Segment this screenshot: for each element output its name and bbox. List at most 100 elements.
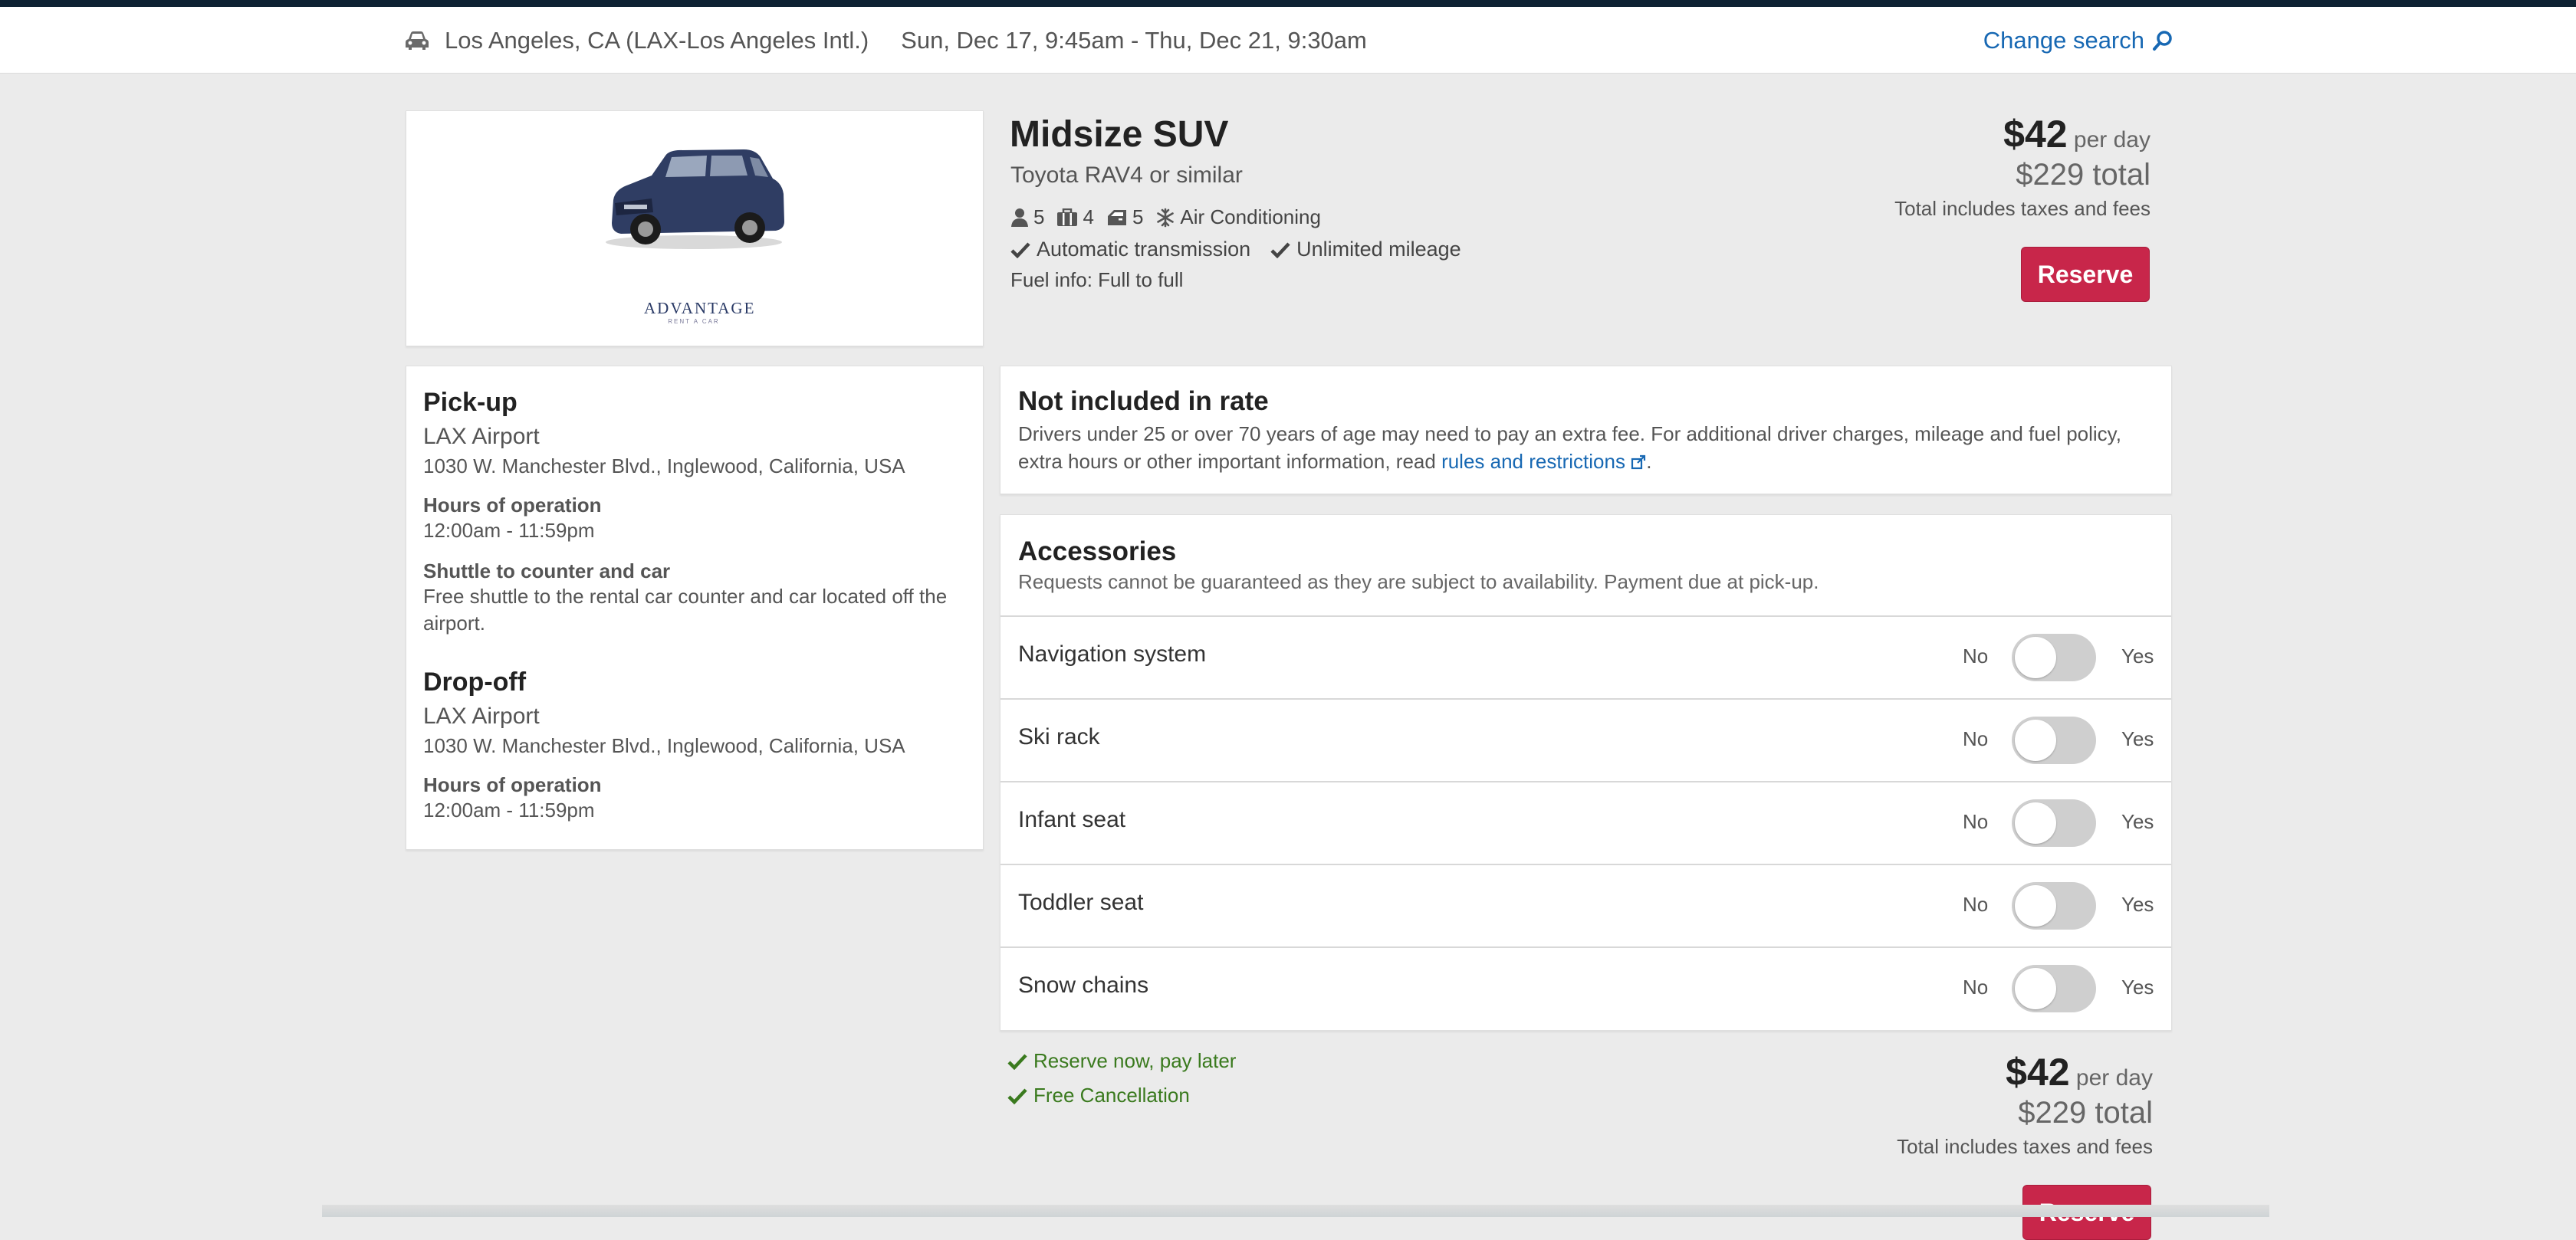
reserve-button[interactable]: Reserve xyxy=(2021,247,2150,302)
check-icon xyxy=(1270,241,1290,258)
not-included-period: . xyxy=(1646,450,1652,473)
accessory-row: Ski rack No Yes xyxy=(1001,698,2171,782)
toddler-seat-toggle[interactable] xyxy=(2012,882,2096,930)
toggle-knob xyxy=(2015,720,2056,761)
ac-feature: Air Conditioning xyxy=(1155,205,1321,229)
shuttle-description-line1: Free shuttle to the rental car counter a… xyxy=(423,585,948,608)
mileage-label: Unlimited mileage xyxy=(1296,238,1461,261)
toggle-yes-label: Yes xyxy=(2121,727,2154,750)
car-features-secondary: Automatic transmission Unlimited mileage xyxy=(1010,238,1481,261)
bags-feature: 4 xyxy=(1056,205,1094,229)
car-photo xyxy=(606,149,784,249)
not-included-text-line2-start: extra hours or other important informati… xyxy=(1018,450,1436,473)
car-icon xyxy=(406,31,429,50)
toggle-yes-label: Yes xyxy=(2121,893,2154,916)
toggle-knob xyxy=(2015,637,2056,678)
accessory-label: Snow chains xyxy=(1018,973,1149,998)
daily-price: $42 per day xyxy=(1831,1050,2153,1094)
infant-seat-toggle[interactable] xyxy=(2012,799,2096,847)
car-model: Toyota RAV4 or similar xyxy=(1010,162,1243,188)
brand-logo-text: ADVANTAGE xyxy=(644,299,756,317)
accessory-row: Infant seat No Yes xyxy=(1001,781,2171,865)
toggle-no-label: No xyxy=(1963,810,1989,833)
snowflake-icon xyxy=(1157,208,1175,227)
price-summary-top: $42 per day $229 total Total includes ta… xyxy=(1829,112,2150,221)
dropoff-heading: Drop-off xyxy=(423,668,527,697)
external-link-icon xyxy=(1631,454,1646,470)
doors-feature: 5 xyxy=(1106,205,1143,229)
total-price: $229 total xyxy=(2018,1096,2153,1130)
ac-label: Air Conditioning xyxy=(1180,205,1321,228)
daily-price-unit: per day xyxy=(2075,1065,2153,1091)
accessories-title: Accessories xyxy=(1018,536,1177,566)
toggle-knob xyxy=(2015,885,2056,927)
fuel-info: Fuel info: Full to full xyxy=(1010,268,1184,291)
check-icon xyxy=(1010,241,1030,258)
daily-price: $42 per day xyxy=(1829,112,2150,156)
pickup-heading: Pick-up xyxy=(423,388,518,417)
dropoff-address: 1030 W. Manchester Blvd., Inglewood, Cal… xyxy=(423,734,905,757)
dropoff-hours: 12:00am - 11:59pm xyxy=(423,799,595,822)
accessories-card: Accessories Requests cannot be guarantee… xyxy=(1000,514,2172,1031)
transmission-feature: Automatic transmission xyxy=(1010,238,1250,261)
toggle-no-label: No xyxy=(1963,645,1989,668)
check-icon xyxy=(1007,1053,1027,1070)
rules-restrictions-label: rules and restrictions xyxy=(1441,450,1625,473)
toggle-knob xyxy=(2015,802,2056,844)
rules-restrictions-link[interactable]: rules and restrictions xyxy=(1441,450,1646,473)
search-dates: Sun, Dec 17, 9:45am - Thu, Dec 21, 9:30a… xyxy=(901,27,1367,54)
check-icon xyxy=(1007,1087,1027,1104)
not-included-body: Drivers under 25 or over 70 years of age… xyxy=(1018,420,2153,475)
daily-price-amount: $42 xyxy=(2003,113,2068,156)
brand-logo: ADVANTAGE RENT A CAR xyxy=(644,299,756,330)
pickup-hours: 12:00am - 11:59pm xyxy=(423,519,595,542)
location-details-card: Pick-up LAX Airport 1030 W. Manchester B… xyxy=(406,366,984,850)
shuttle-label: Shuttle to counter and car xyxy=(423,559,671,582)
dropoff-hours-label: Hours of operation xyxy=(423,773,602,796)
passengers-feature: 5 xyxy=(1010,205,1044,229)
toggle-knob xyxy=(2015,968,2056,1009)
not-included-title: Not included in rate xyxy=(1018,386,1269,416)
accessory-label: Infant seat xyxy=(1018,807,1126,832)
car-class-title: Midsize SUV xyxy=(1010,114,1229,155)
suitcase-icon xyxy=(1057,208,1078,226)
transmission-label: Automatic transmission xyxy=(1037,238,1251,261)
top-accent-bar xyxy=(0,0,2576,7)
search-icon xyxy=(2153,31,2172,51)
taxes-note: Total includes taxes and fees xyxy=(1897,1135,2153,1158)
free-cancellation-label: Free Cancellation xyxy=(1033,1084,1190,1107)
pickup-section: Pick-up LAX Airport 1030 W. Manchester B… xyxy=(423,388,947,637)
accessories-description: Requests cannot be guaranteed as they ar… xyxy=(1018,570,1819,593)
car-door-icon xyxy=(1107,209,1126,225)
sticky-footer-edge xyxy=(322,1205,2269,1217)
bags-count: 4 xyxy=(1083,205,1094,228)
daily-price-amount: $42 xyxy=(2006,1051,2070,1094)
pickup-location-name: LAX Airport xyxy=(423,424,540,449)
search-info: Los Angeles, CA (LAX-Los Angeles Intl.) … xyxy=(405,25,1367,56)
accessory-label: Toddler seat xyxy=(1018,890,1144,915)
passengers-count: 5 xyxy=(1033,205,1045,228)
change-search-label: Change search xyxy=(1983,27,2144,54)
car-image-card: ADVANTAGE RENT A CAR xyxy=(406,110,984,346)
accessory-label: Ski rack xyxy=(1018,724,1100,750)
snow-chains-toggle[interactable] xyxy=(2012,965,2096,1012)
accessory-row: Toddler seat No Yes xyxy=(1001,864,2171,948)
change-search-link[interactable]: Change search xyxy=(1983,25,2174,56)
accessory-row: Navigation system No Yes xyxy=(1001,615,2171,700)
pickup-address: 1030 W. Manchester Blvd., Inglewood, Cal… xyxy=(423,454,905,477)
person-icon xyxy=(1011,208,1028,227)
mileage-feature: Unlimited mileage xyxy=(1270,238,1461,261)
not-included-text-line2: extra hours or other important informati… xyxy=(1018,448,2153,475)
pay-later-perk: Reserve now, pay later xyxy=(1007,1049,1236,1073)
daily-price-unit: per day xyxy=(2073,127,2150,153)
ski-rack-toggle[interactable] xyxy=(2012,717,2096,764)
toggle-no-label: No xyxy=(1963,976,1989,999)
accessory-row: Snow chains No Yes xyxy=(1001,946,2171,1031)
pay-later-label: Reserve now, pay later xyxy=(1033,1049,1237,1072)
pickup-hours-label: Hours of operation xyxy=(423,494,602,517)
shuttle-description-line2: airport. xyxy=(423,612,485,635)
total-price: $229 total xyxy=(2016,158,2150,192)
toggle-yes-label: Yes xyxy=(2121,976,2154,999)
search-location: Los Angeles, CA (LAX-Los Angeles Intl.) xyxy=(445,27,869,54)
navigation-system-toggle[interactable] xyxy=(2012,634,2096,681)
